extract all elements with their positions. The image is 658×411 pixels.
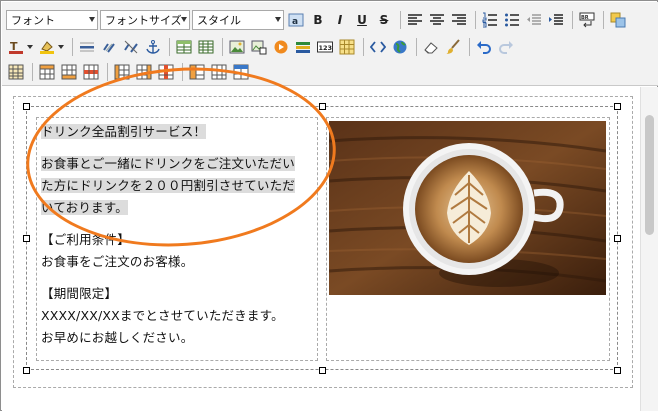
- font-select[interactable]: フォント: [6, 10, 98, 30]
- svg-text:BR: BR: [581, 15, 589, 21]
- period-text: XXXX/XX/XXまでとさせていただきます。: [41, 308, 284, 323]
- vertical-scrollbar[interactable]: [640, 87, 658, 411]
- background-color-icon[interactable]: [608, 10, 628, 30]
- latte-art-coffee-photo-icon: [329, 121, 606, 295]
- editor-window: フォント フォントサイズ スタイル a B I U S BR T 123 ドリン…: [0, 0, 658, 411]
- promo-body-line: お食事とご一緒にドリンクをご注文いただい: [41, 156, 296, 171]
- table-properties-icon[interactable]: [196, 37, 216, 57]
- style-select-label: スタイル: [197, 14, 241, 27]
- svg-text:123: 123: [319, 44, 333, 52]
- line-break-icon[interactable]: BR: [577, 10, 597, 30]
- table-grid-icon[interactable]: [6, 62, 26, 82]
- resize-handle[interactable]: [319, 367, 326, 374]
- toolbar-separator: [72, 38, 73, 56]
- insert-col-after-icon[interactable]: [134, 62, 154, 82]
- indent-icon[interactable]: [546, 10, 566, 30]
- bold-button[interactable]: B: [308, 10, 328, 30]
- delete-col-icon[interactable]: [156, 62, 176, 82]
- underline-button[interactable]: U: [352, 10, 372, 30]
- highlight-color-icon[interactable]: [37, 37, 57, 57]
- toolbar-separator: [469, 38, 470, 56]
- chevron-down-icon: [181, 17, 187, 22]
- promo-body-line: いております。: [41, 200, 128, 215]
- promo-text[interactable]: ドリンク全品割引サービス！ お食事とご一緒にドリンクをご注文いただい た方にドリ…: [41, 121, 317, 349]
- numbered-list-icon[interactable]: [480, 10, 500, 30]
- chevron-down-icon[interactable]: [27, 45, 33, 49]
- conditions-heading: 【ご利用条件】: [41, 232, 130, 247]
- number-field-icon[interactable]: 123: [315, 37, 335, 57]
- toolbar-separator: [222, 38, 223, 56]
- resize-handle[interactable]: [23, 235, 30, 242]
- italic-button[interactable]: I: [330, 10, 350, 30]
- align-right-icon[interactable]: [449, 10, 469, 30]
- toolbar-separator: [572, 11, 573, 29]
- resize-handle[interactable]: [614, 235, 621, 242]
- toolbar-separator: [107, 63, 108, 81]
- align-center-icon[interactable]: [427, 10, 447, 30]
- toolbar-separator: [603, 11, 604, 29]
- toolbar-row-1: フォント フォントサイズ スタイル a B I U S BR: [6, 8, 630, 32]
- toolbar-separator: [169, 38, 170, 56]
- toolbar-separator: [363, 38, 364, 56]
- toolbar-row-3: [6, 60, 253, 84]
- image-icon[interactable]: [227, 37, 247, 57]
- insert-row-before-icon[interactable]: [37, 62, 57, 82]
- split-cell-icon[interactable]: [187, 62, 207, 82]
- font-select-label: フォント: [11, 14, 55, 27]
- delete-row-icon[interactable]: [81, 62, 101, 82]
- editor-toolbar: フォント フォントサイズ スタイル a B I U S BR T 123: [2, 2, 658, 86]
- toolbar-row-2: T 123: [6, 35, 518, 59]
- resize-handle[interactable]: [614, 103, 621, 110]
- resize-handle[interactable]: [614, 367, 621, 374]
- format-icon[interactable]: a: [286, 10, 306, 30]
- undo-icon[interactable]: [474, 37, 494, 57]
- chevron-down-icon: [275, 17, 281, 22]
- cell-properties-icon[interactable]: [231, 62, 251, 82]
- editor-content-area[interactable]: ドリンク全品割引サービス！ お食事とご一緒にドリンクをご注文いただい た方にドリ…: [2, 57, 658, 411]
- outdent-icon[interactable]: [524, 10, 544, 30]
- resize-handle[interactable]: [319, 103, 326, 110]
- globe-icon[interactable]: [390, 37, 410, 57]
- toolbar-separator: [475, 11, 476, 29]
- bullet-list-icon[interactable]: [502, 10, 522, 30]
- svg-text:a: a: [292, 17, 298, 27]
- chevron-down-icon[interactable]: [58, 45, 64, 49]
- merge-cells-icon[interactable]: [209, 62, 229, 82]
- media-icon[interactable]: [271, 37, 291, 57]
- resize-handle[interactable]: [23, 367, 30, 374]
- align-left-icon[interactable]: [405, 10, 425, 30]
- eraser-icon[interactable]: [421, 37, 441, 57]
- scrollbar-thumb[interactable]: [645, 115, 654, 235]
- style-select[interactable]: スタイル: [192, 10, 284, 30]
- coffee-photo[interactable]: [329, 121, 606, 295]
- chevron-down-icon: [89, 17, 95, 22]
- table-icon[interactable]: [174, 37, 194, 57]
- special-char-icon[interactable]: [337, 37, 357, 57]
- redo-icon[interactable]: [496, 37, 516, 57]
- link-icon[interactable]: [99, 37, 119, 57]
- unlink-icon[interactable]: [121, 37, 141, 57]
- text-color-icon[interactable]: T: [6, 37, 26, 57]
- toolbar-separator: [32, 63, 33, 81]
- insert-row-after-icon[interactable]: [59, 62, 79, 82]
- image-properties-icon[interactable]: [249, 37, 269, 57]
- font-size-select[interactable]: フォントサイズ: [100, 10, 190, 30]
- anchor-icon[interactable]: [143, 37, 163, 57]
- strike-button[interactable]: S: [374, 10, 394, 30]
- bar-icon[interactable]: [293, 37, 313, 57]
- period-heading: 【期間限定】: [41, 286, 118, 301]
- insert-col-before-icon[interactable]: [112, 62, 132, 82]
- paint-brush-icon[interactable]: [443, 37, 463, 57]
- horizontal-rule-icon[interactable]: [77, 37, 97, 57]
- closing-text: お早めにお越しください。: [41, 330, 194, 345]
- resize-handle[interactable]: [23, 103, 30, 110]
- toolbar-separator: [416, 38, 417, 56]
- promo-headline: ドリンク全品割引サービス！: [41, 124, 207, 139]
- promo-body-line: た方にドリンクを２００円割引させていただ: [41, 178, 296, 193]
- toolbar-separator: [400, 11, 401, 29]
- toolbar-separator: [182, 63, 183, 81]
- conditions-text: お食事をご注文のお客様。: [41, 254, 194, 269]
- source-code-icon[interactable]: [368, 37, 388, 57]
- font-size-select-label: フォントサイズ: [105, 14, 182, 27]
